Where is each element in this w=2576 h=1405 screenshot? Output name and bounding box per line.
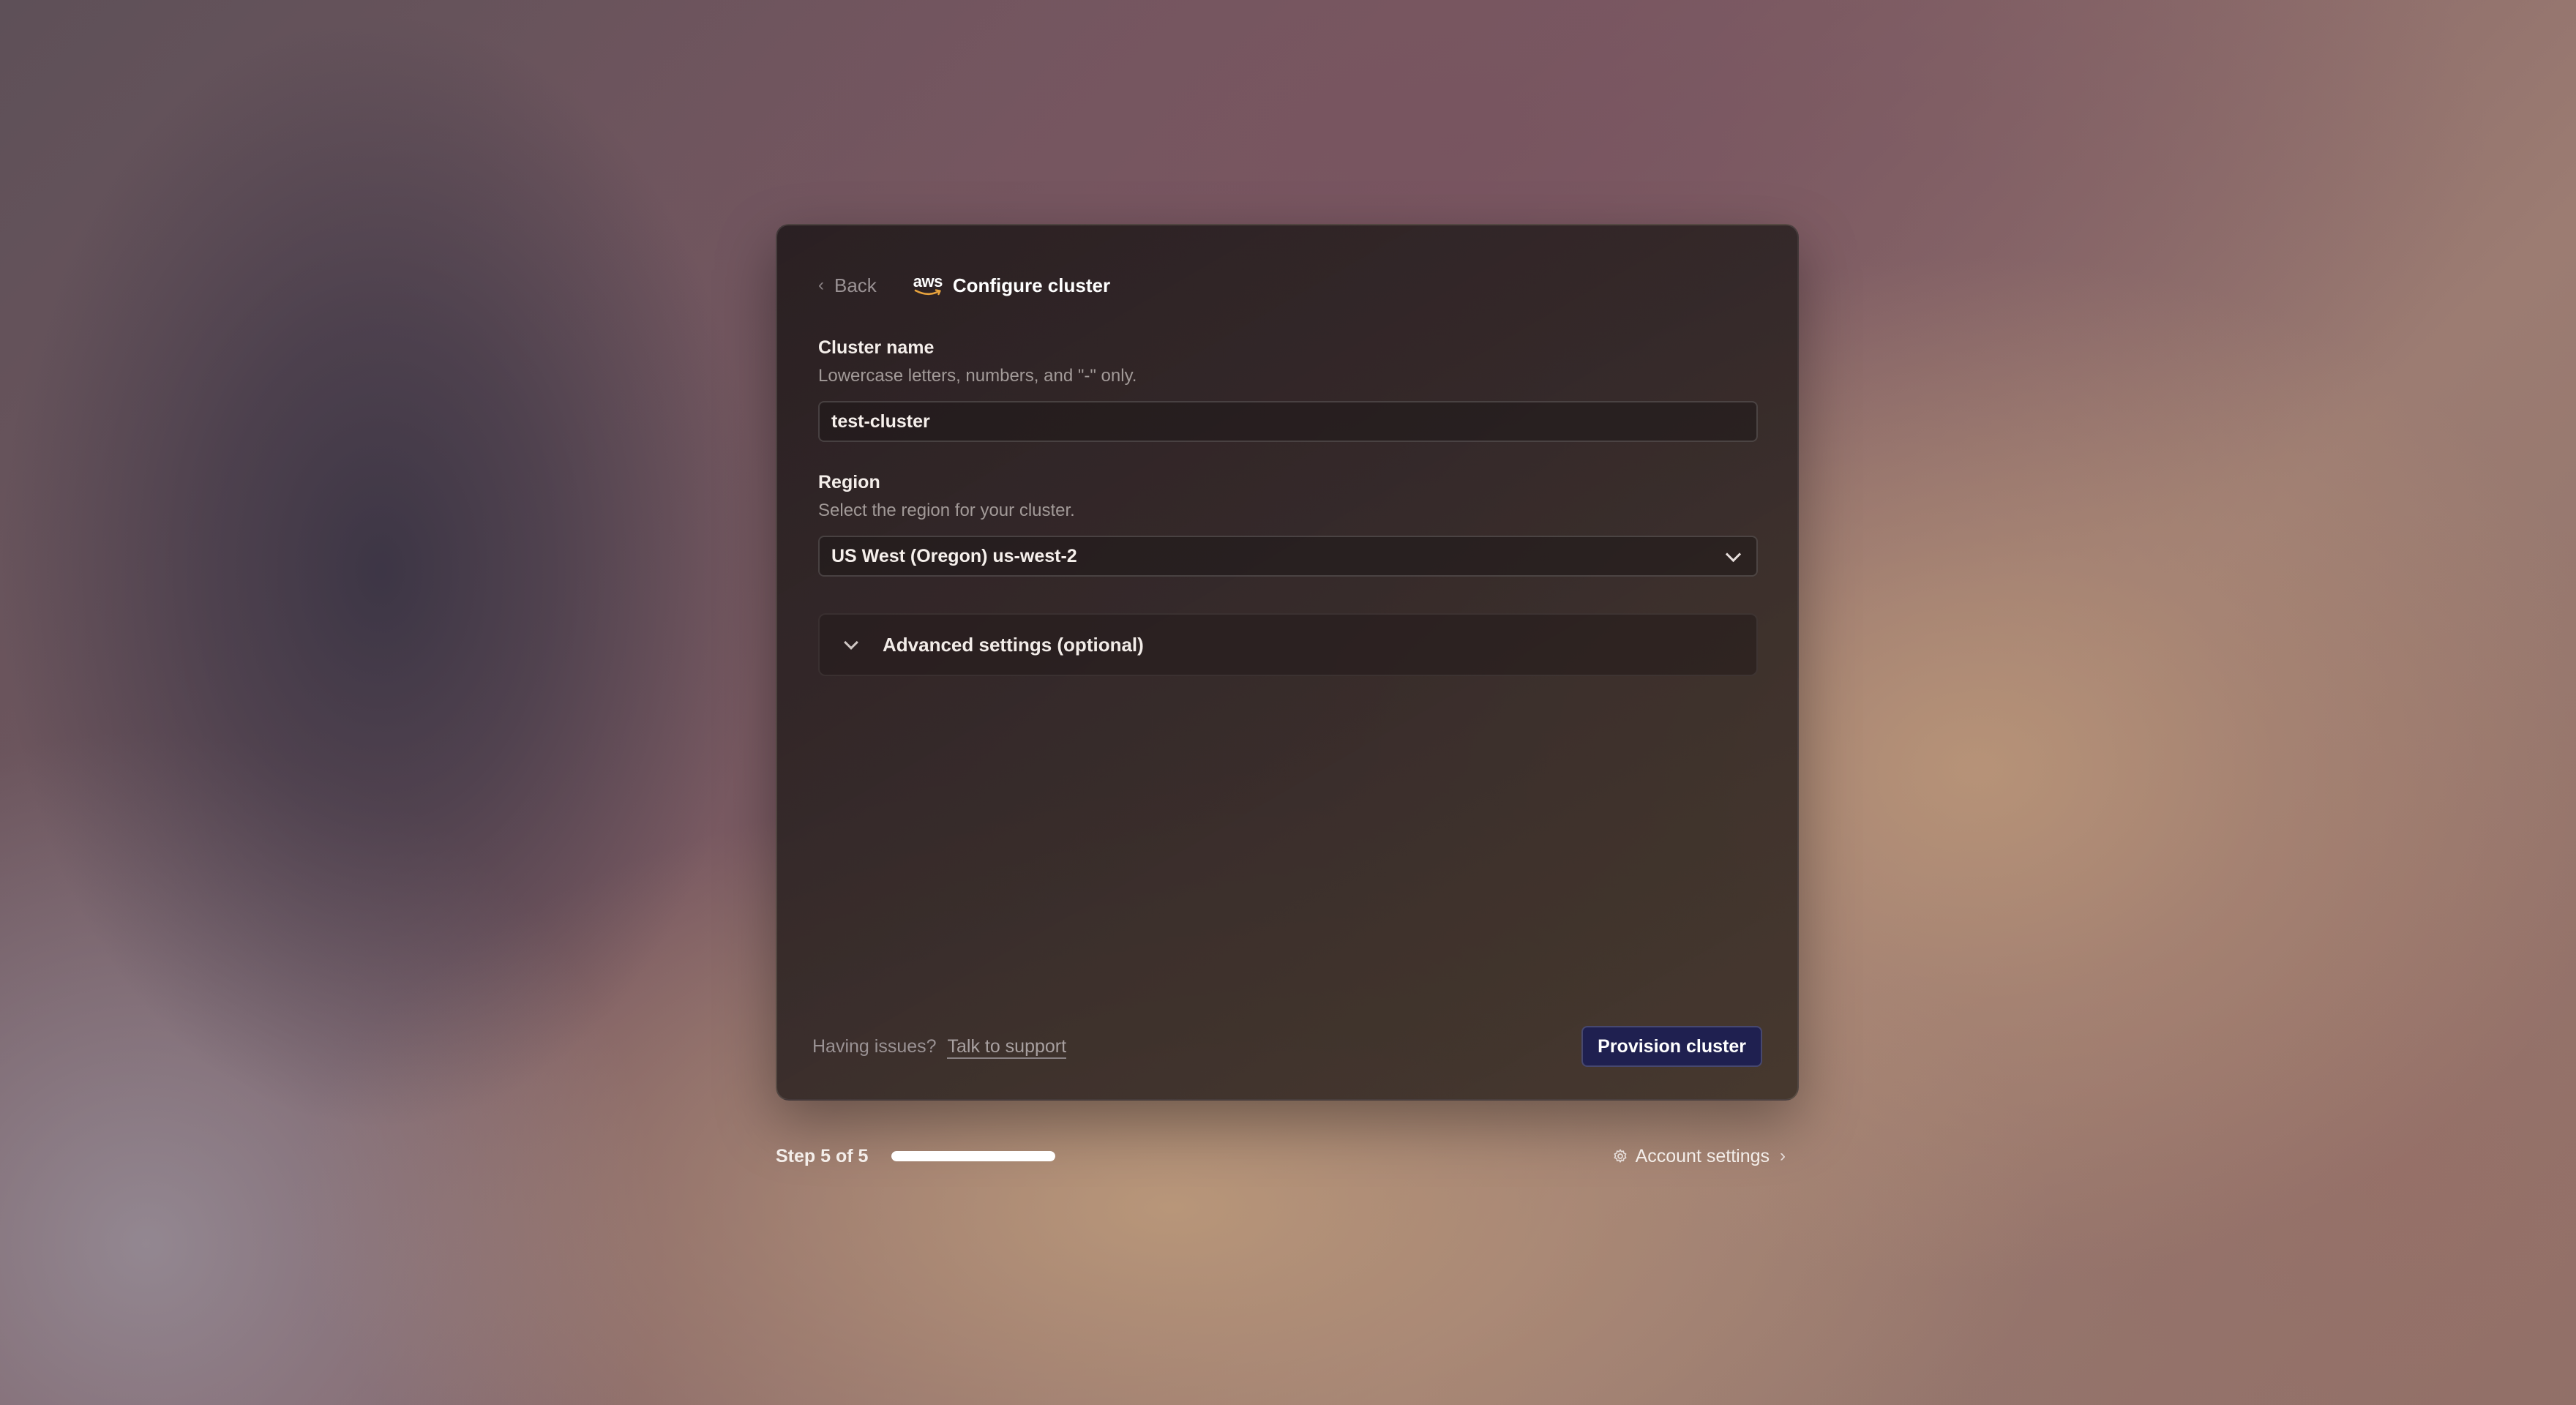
- page-title: Configure cluster: [952, 274, 1111, 296]
- card-footer: Having issues? Talk to support Provision…: [812, 1026, 1762, 1067]
- aws-logo-text: aws: [913, 272, 943, 291]
- step-bar: Step 5 of 5 Account settings ›: [776, 1143, 1786, 1169]
- cluster-name-value: test-cluster: [831, 411, 930, 432]
- chevron-left-icon: ‹: [818, 275, 824, 295]
- advanced-settings-label: Advanced settings (optional): [883, 633, 1144, 656]
- account-settings-label: Account settings: [1635, 1145, 1770, 1166]
- advanced-settings-toggle[interactable]: Advanced settings (optional): [818, 613, 1758, 676]
- region-select[interactable]: US West (Oregon) us-west-2: [818, 536, 1758, 577]
- region-selected-value: US West (Oregon) us-west-2: [831, 545, 1077, 566]
- support-text: Having issues? Talk to support: [812, 1035, 1067, 1059]
- issues-text: Having issues?: [812, 1035, 937, 1057]
- chevron-down-icon: [1725, 546, 1742, 562]
- configure-cluster-card: ‹ Back aws Configure cluster Cluster nam…: [776, 224, 1799, 1101]
- region-help: Select the region for your cluster.: [818, 501, 1075, 520]
- step-label: Step 5 of 5: [776, 1145, 869, 1166]
- aws-smile-icon: [914, 289, 941, 296]
- chevron-right-icon: ›: [1780, 1146, 1786, 1166]
- provision-cluster-button[interactable]: Provision cluster: [1581, 1026, 1762, 1067]
- cluster-name-label: Cluster name: [818, 337, 935, 358]
- back-label: Back: [834, 274, 877, 296]
- talk-to-support-link[interactable]: Talk to support: [947, 1035, 1067, 1059]
- cluster-name-help: Lowercase letters, numbers, and "-" only…: [818, 366, 1137, 386]
- progress-bar: [891, 1151, 1056, 1161]
- chevron-down-icon: [844, 635, 858, 650]
- cluster-name-input[interactable]: test-cluster: [818, 401, 1758, 442]
- progress-fill: [891, 1151, 1056, 1161]
- aws-logo: aws: [912, 272, 944, 299]
- cluster-name-field: Cluster name Lowercase letters, numbers,…: [818, 335, 1758, 442]
- account-settings-link[interactable]: Account settings ›: [1612, 1146, 1786, 1167]
- region-field: Region Select the region for your cluste…: [818, 470, 1758, 577]
- region-label: Region: [818, 472, 880, 492]
- step-progress: Step 5 of 5: [776, 1145, 1056, 1167]
- gear-icon: [1614, 1149, 1626, 1163]
- card-header: ‹ Back aws Configure cluster: [818, 269, 1110, 301]
- back-button[interactable]: ‹ Back: [818, 274, 877, 297]
